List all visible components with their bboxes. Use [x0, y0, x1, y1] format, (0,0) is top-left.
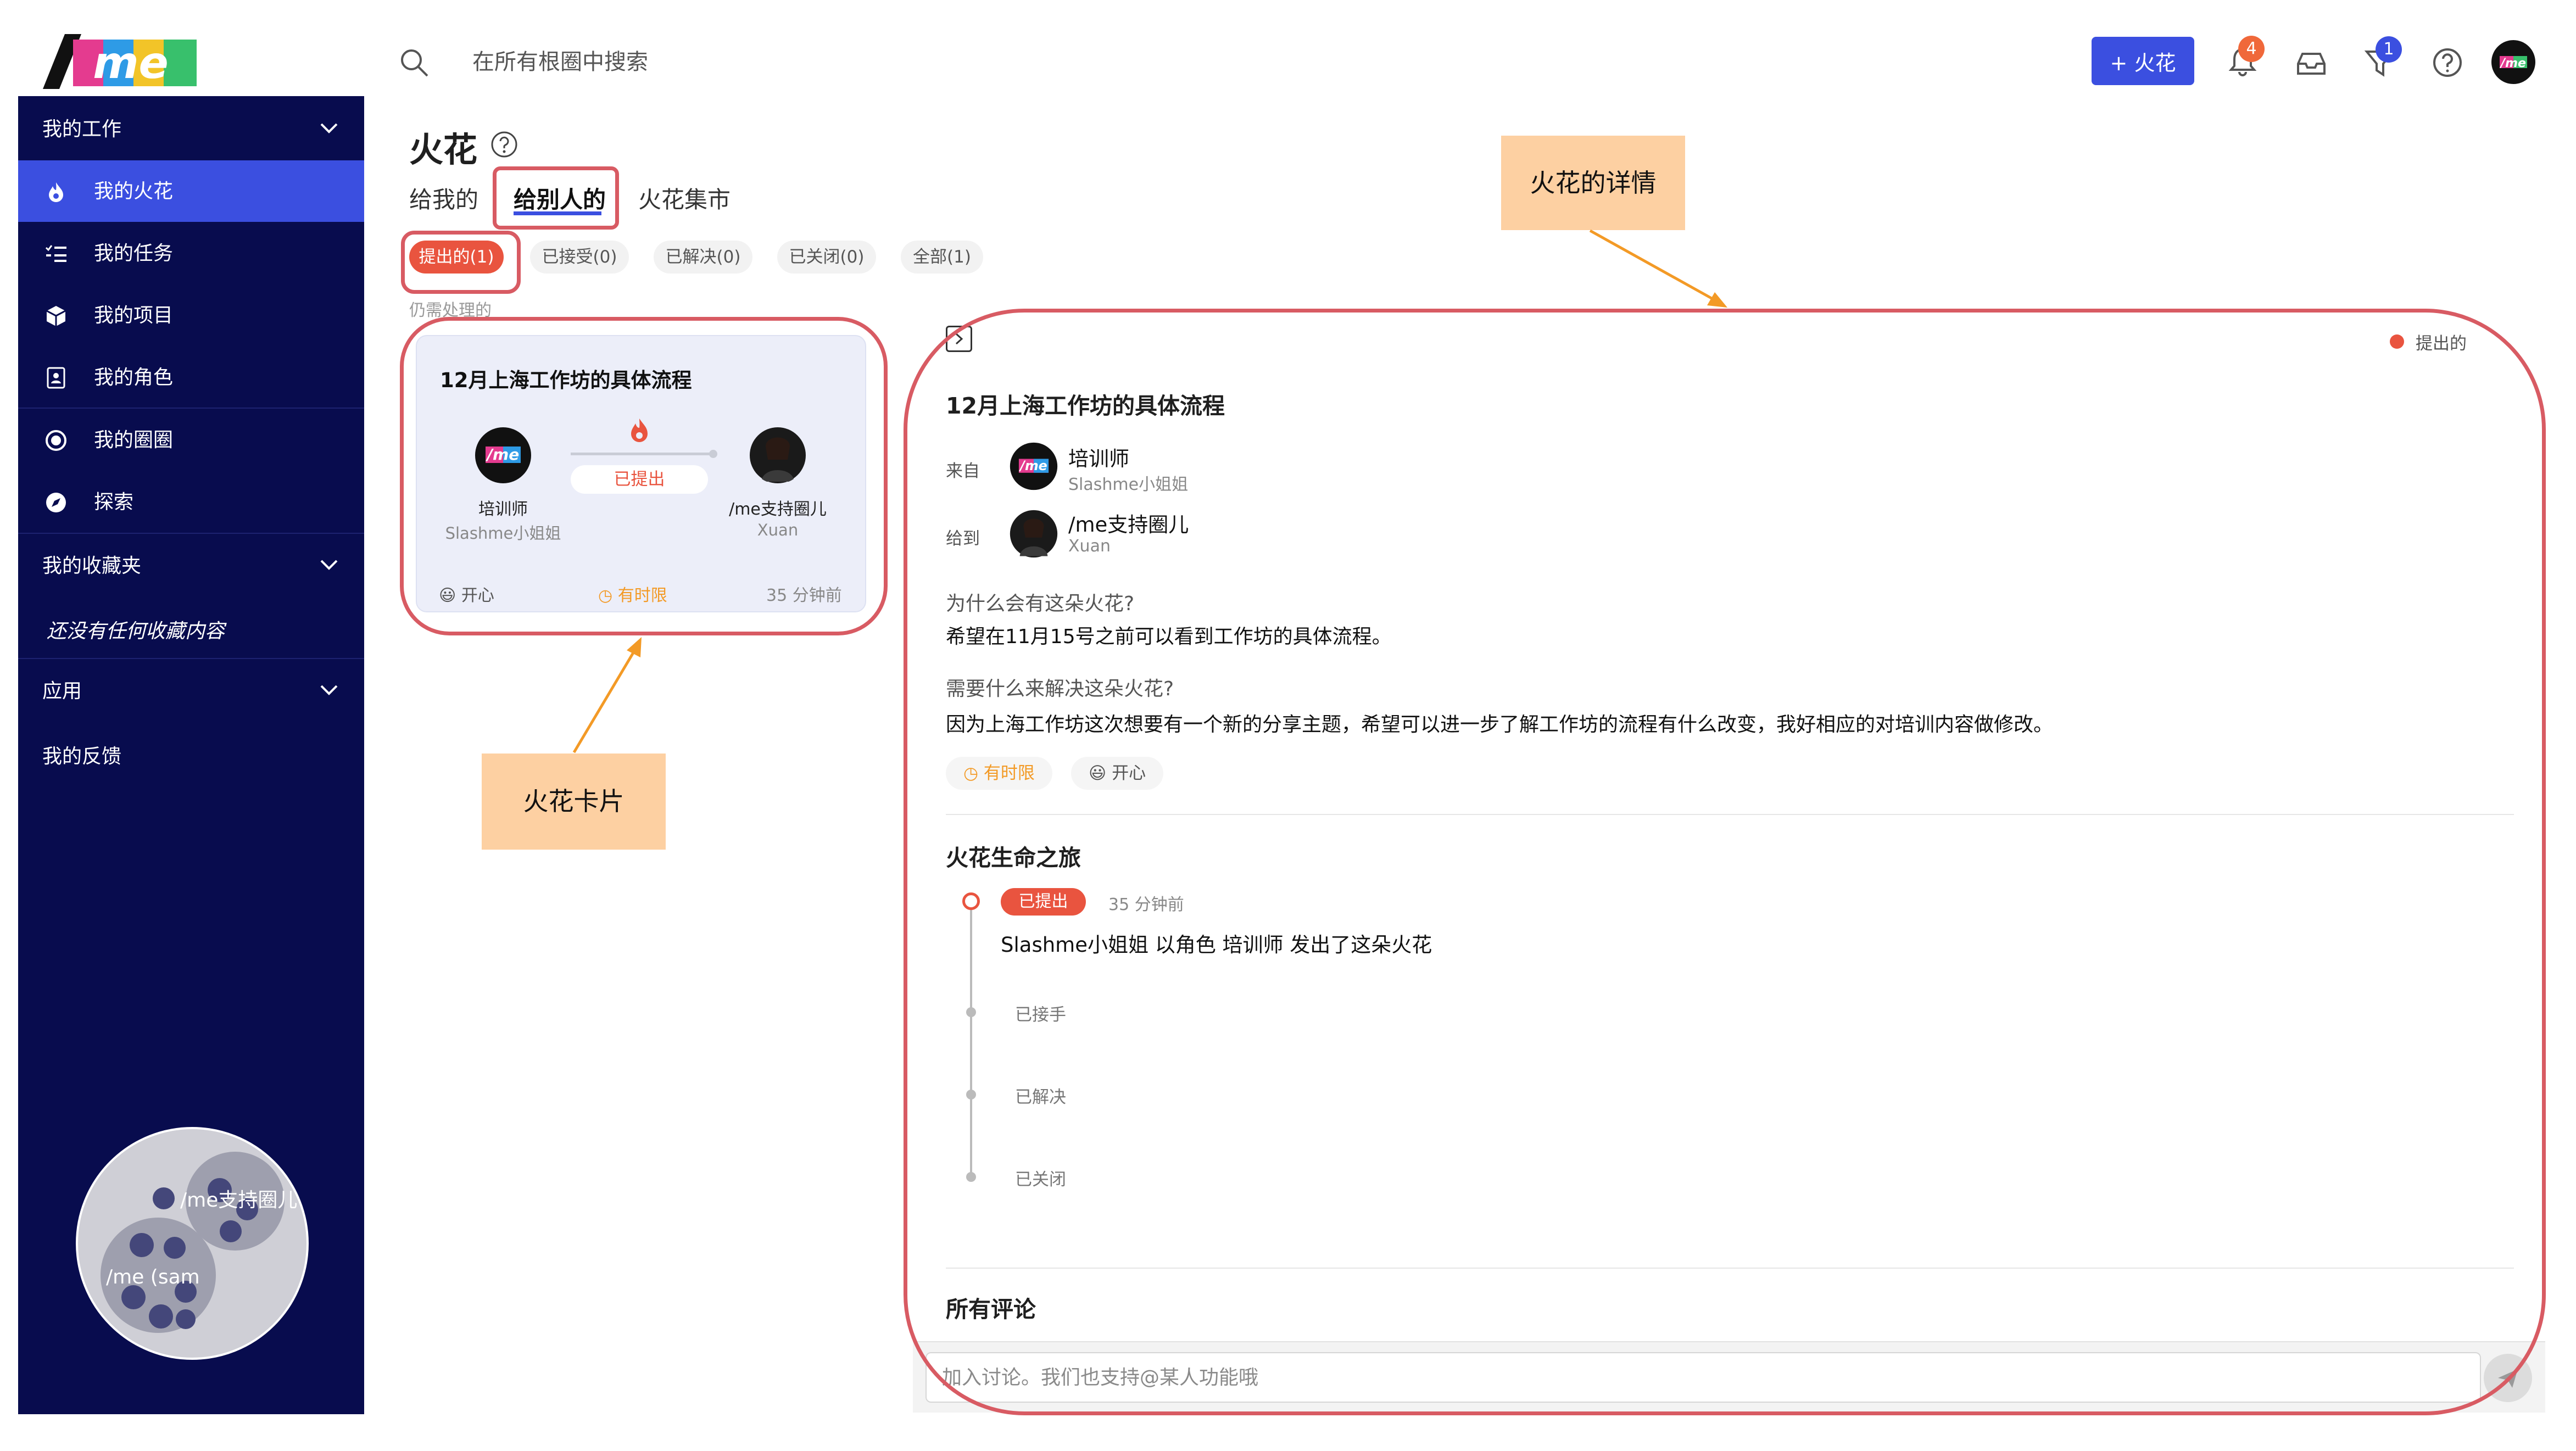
- bubble-label: /me支持圈儿: [180, 1189, 297, 1212]
- sidebar-item-label: 我的项目: [94, 304, 174, 327]
- sidebar-item-feedback[interactable]: 我的反馈: [42, 740, 121, 769]
- annotation-note-card: 火花卡片: [482, 754, 666, 850]
- sidebar-item-label: 我的火花: [94, 180, 174, 203]
- search-input[interactable]: [472, 45, 1296, 79]
- arrow-head: [1707, 292, 1727, 308]
- flame-icon: [49, 182, 63, 202]
- id-card-icon: [47, 367, 65, 389]
- annotation-ring-detail: [904, 309, 2546, 1415]
- section-label: 我的工作: [42, 118, 122, 141]
- annotation-ring-filter: [401, 231, 521, 294]
- sidebar-item-my-roles[interactable]: 我的角色: [18, 347, 364, 408]
- help-circle-icon[interactable]: [490, 130, 518, 159]
- chevron-down-icon: [320, 685, 338, 695]
- help-icon[interactable]: [2431, 46, 2464, 79]
- circle-bubble-chart[interactable]: /me支持圈儿 /me (sam: [76, 1127, 309, 1360]
- inbox-icon[interactable]: [2295, 47, 2328, 80]
- sidebar-item-my-projects[interactable]: 我的项目: [18, 284, 364, 346]
- sidebar-item-explore[interactable]: 探索: [18, 471, 364, 533]
- section-label: 应用: [42, 680, 82, 702]
- sidebar-section-favorites[interactable]: 我的收藏夹: [18, 534, 364, 594]
- bubble-label: /me (sam: [106, 1266, 200, 1288]
- sidebar-item-my-sparks[interactable]: 我的火花: [18, 160, 364, 222]
- annotation-ring-tab: [493, 166, 619, 230]
- favorites-empty-text: 还没有任何收藏内容: [47, 620, 225, 643]
- filter-closed[interactable]: 已关闭(0): [777, 241, 876, 274]
- sidebar-item-my-tasks[interactable]: 我的任务: [18, 222, 364, 284]
- compass-icon: [46, 493, 66, 512]
- arrow-card: [572, 647, 638, 754]
- filter-all[interactable]: 全部(1): [901, 241, 983, 274]
- sidebar-item-label: 我的角色: [94, 366, 174, 389]
- sidebar-item-label: 我的圈圈: [94, 429, 174, 451]
- sidebar-section-work[interactable]: 我的工作: [18, 97, 364, 158]
- me-logo[interactable]: me: [43, 34, 208, 92]
- sidebar-section-apps[interactable]: 应用: [18, 659, 364, 719]
- chevron-down-icon: [320, 560, 338, 570]
- notification-badge: 4: [2238, 36, 2265, 62]
- filter-badge: 1: [2376, 36, 2402, 63]
- circle-target-icon: [46, 430, 66, 451]
- add-spark-button[interactable]: + 火花: [2092, 37, 2194, 85]
- sidebar-item-my-circles[interactable]: 我的圈圈: [18, 409, 364, 471]
- page-title: 火花: [409, 130, 478, 170]
- annotation-ring-card: [400, 317, 888, 635]
- sidebar-item-label: 探索: [94, 491, 134, 514]
- filter-resolved[interactable]: 已解决(0): [654, 241, 752, 274]
- tab-spark-market[interactable]: 火花集市: [638, 181, 731, 215]
- cube-icon: [46, 306, 66, 326]
- filter-accepted[interactable]: 已接受(0): [530, 241, 629, 274]
- search-icon[interactable]: [398, 47, 430, 79]
- tab-given-to-me[interactable]: 给我的: [409, 181, 478, 215]
- chevron-down-icon: [320, 123, 338, 133]
- sidebar: me 我的工作 我的火花 我的任务 我的项目 我的角色 我的圈圈 探索 我的收藏…: [18, 0, 364, 1414]
- section-label: 我的收藏夹: [42, 555, 142, 577]
- sidebar-item-label: 我的任务: [94, 242, 174, 265]
- svg-text:/me: /me: [2499, 57, 2526, 70]
- user-avatar[interactable]: /me: [2491, 40, 2536, 85]
- task-list-icon: [45, 245, 66, 262]
- arrow-head: [627, 637, 642, 657]
- annotation-note-detail: 火花的详情: [1501, 136, 1685, 230]
- svg-text:me: me: [93, 37, 169, 88]
- sidebar-divider: [18, 408, 364, 409]
- arrow-detail: [1589, 229, 1718, 303]
